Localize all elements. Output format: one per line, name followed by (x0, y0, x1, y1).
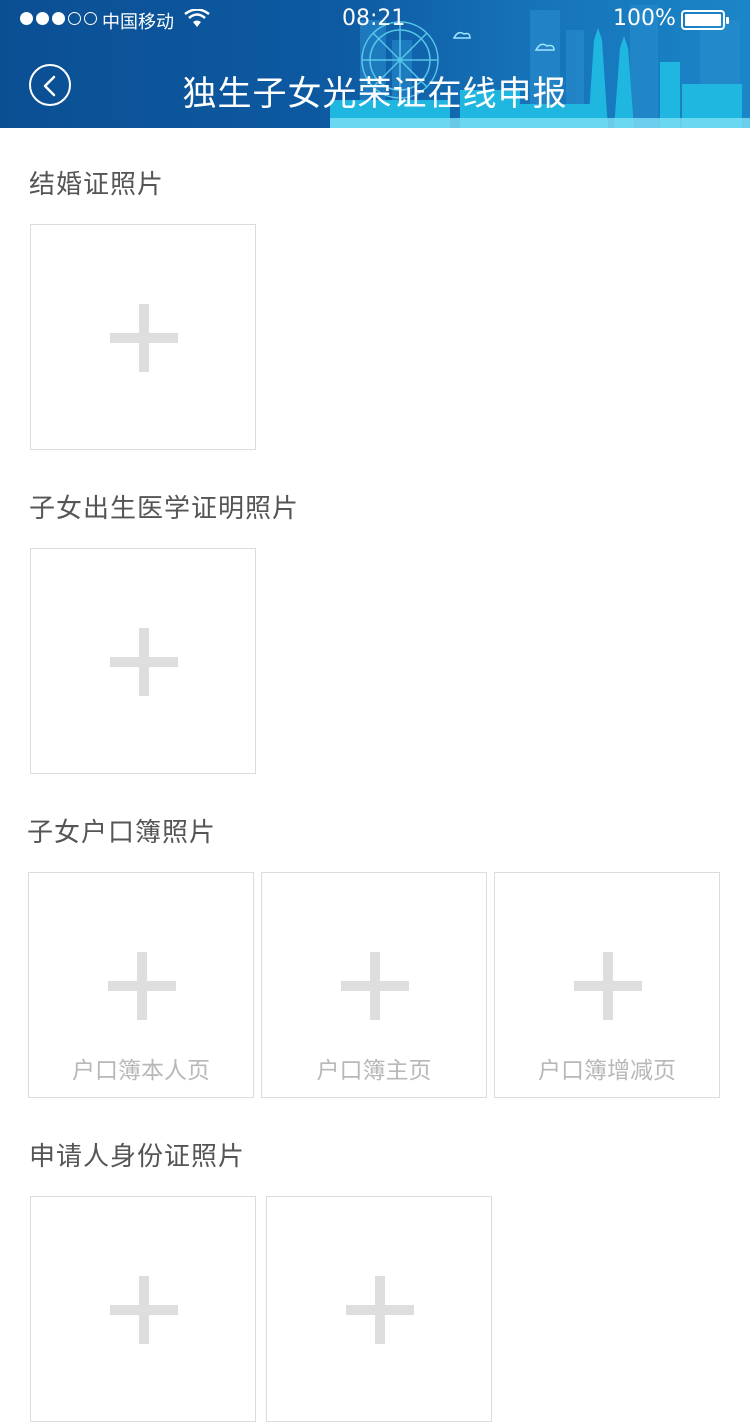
section-label-household-register: 子女户口簿照片 (27, 818, 217, 848)
plus-icon (574, 952, 642, 1020)
battery-icon (681, 10, 729, 30)
carrier-name: 中国移动 (102, 12, 174, 33)
tile-caption: 户口簿增减页 (538, 1058, 676, 1084)
upload-tile-id-card-front[interactable] (30, 1196, 256, 1422)
plus-icon (341, 952, 409, 1020)
section-label-marriage-certificate: 结婚证照片 (29, 170, 165, 200)
wifi-icon (184, 9, 210, 27)
upload-tile-household-change-page[interactable]: 户口簿增减页 (494, 872, 720, 1098)
upload-tile-id-card-back[interactable] (266, 1196, 492, 1422)
plus-icon (108, 952, 176, 1020)
plus-icon (110, 628, 178, 696)
app-header: 中国移动 08:21 100% 独生子女光荣证在线申报 (0, 0, 750, 128)
tile-caption: 户口簿本人页 (72, 1058, 210, 1084)
page-title: 独生子女光荣证在线申报 (182, 74, 568, 114)
section-label-birth-certificate: 子女出生医学证明照片 (29, 494, 300, 524)
plus-icon (110, 304, 178, 372)
upload-tile-household-main-page[interactable]: 户口簿主页 (261, 872, 487, 1098)
tile-caption: 户口簿主页 (316, 1058, 432, 1084)
status-bar: 中国移动 08:21 100% (0, 0, 750, 40)
section-label-applicant-id-card: 申请人身份证照片 (29, 1142, 246, 1172)
upload-tile-birth-certificate[interactable] (30, 548, 256, 774)
signal-strength-icon (20, 12, 97, 25)
battery-percent: 100% (613, 6, 676, 31)
upload-tile-household-personal-page[interactable]: 户口簿本人页 (28, 872, 254, 1098)
clock: 08:21 (342, 6, 406, 31)
upload-tile-marriage-certificate[interactable] (30, 224, 256, 450)
